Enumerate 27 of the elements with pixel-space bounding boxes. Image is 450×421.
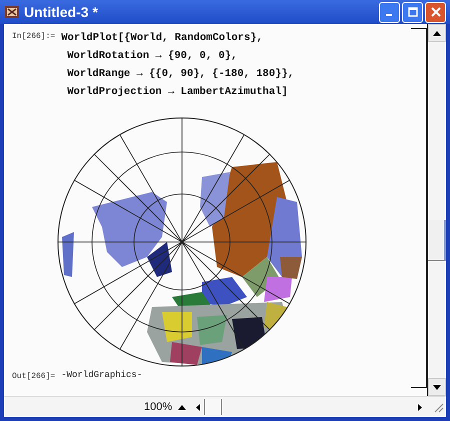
up-arrow-icon — [433, 30, 441, 36]
output-value: -WorldGraphics- — [61, 370, 142, 380]
app-icon — [4, 4, 20, 20]
code-line: WorldRange → {{0, 90}, {-180, 180}}, — [66, 67, 294, 82]
maximize-icon — [408, 7, 418, 17]
input-label: In[266]:= — [12, 31, 56, 43]
output-label: Out[266]= — [12, 371, 56, 381]
minimize-button[interactable] — [379, 2, 400, 22]
right-arrow-icon — [418, 404, 422, 410]
scroll-thumb[interactable] — [204, 399, 222, 415]
vertical-scrollbar[interactable] — [427, 24, 446, 396]
scroll-down-button[interactable] — [428, 378, 446, 396]
window-title: Untitled-3 * — [24, 4, 99, 20]
close-button[interactable] — [425, 2, 446, 22]
down-arrow-icon — [433, 384, 441, 390]
zoom-level[interactable]: 100% — [144, 401, 172, 413]
resize-grip-icon[interactable] — [432, 401, 444, 413]
code-line: WorldProjection → LambertAzimuthal] — [66, 85, 289, 100]
scroll-up-button[interactable] — [428, 24, 446, 42]
close-icon — [430, 7, 440, 17]
maximize-button[interactable] — [402, 2, 423, 22]
zoom-up-icon[interactable] — [178, 404, 186, 410]
scroll-thumb[interactable] — [428, 220, 446, 261]
code-line: WorldRotation → {90, 0, 0}, — [66, 49, 238, 64]
minimize-icon — [386, 14, 392, 16]
code-line: WorldPlot[{World, RandomColors}, — [61, 31, 264, 46]
left-arrow-icon — [196, 404, 200, 410]
